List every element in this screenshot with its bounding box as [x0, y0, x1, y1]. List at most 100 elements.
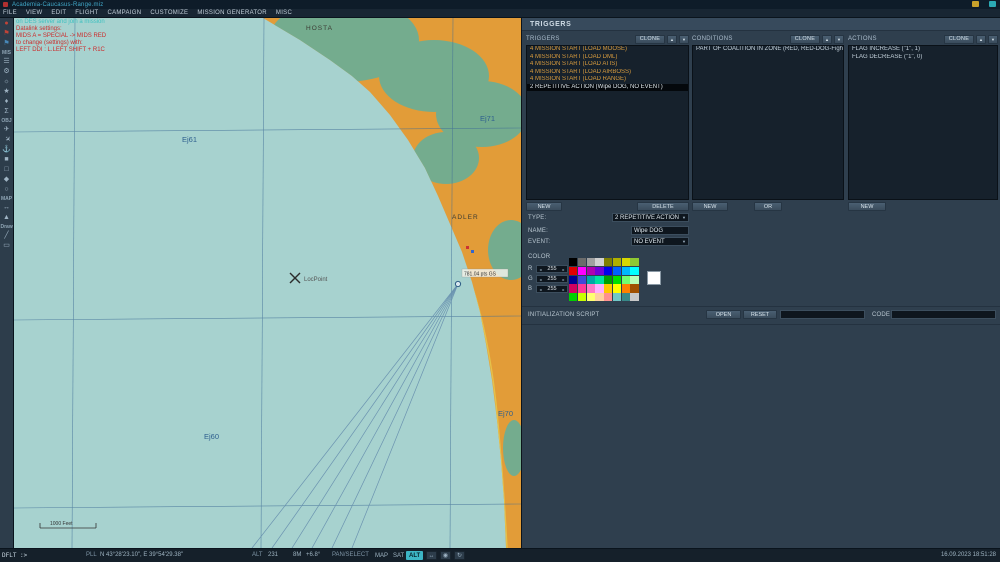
script-file-field[interactable] — [780, 310, 865, 319]
palette-swatch[interactable] — [604, 284, 613, 293]
palette-swatch[interactable] — [569, 275, 578, 284]
script-code-field[interactable] — [891, 310, 996, 319]
trigger-move-up-icon[interactable]: ▲ — [667, 34, 677, 44]
sat-layer-button[interactable]: SAT — [390, 551, 407, 560]
palette-swatch[interactable] — [630, 293, 639, 302]
palette-swatch[interactable] — [595, 293, 604, 302]
palette-swatch[interactable] — [586, 284, 595, 293]
palette-swatch[interactable] — [577, 266, 586, 275]
decrement-icon[interactable]: ◂ — [537, 267, 544, 272]
menu-view[interactable]: VIEW — [26, 10, 43, 16]
draw-line-icon[interactable]: ╱ — [1, 231, 13, 241]
menu-misc[interactable]: MISC — [276, 10, 292, 16]
increment-icon[interactable]: ▸ — [560, 267, 567, 272]
rgb-value[interactable]: 255 — [544, 286, 560, 292]
menu-campaign[interactable]: CAMPAIGN — [107, 10, 141, 16]
airport-marker-icon[interactable] — [454, 280, 462, 288]
reset-script-button[interactable]: RESET — [743, 310, 777, 319]
new-action-button[interactable]: NEW — [848, 202, 886, 211]
map-view[interactable]: LocPoint 781.04 pts GS HOSTA ADLER Ej61 … — [14, 18, 521, 548]
palette-swatch[interactable] — [612, 275, 622, 284]
palette-swatch[interactable] — [621, 275, 630, 284]
palette-swatch[interactable] — [604, 258, 613, 267]
actions-list[interactable]: FLAG INCREASE ("1", 1) FLAG DECREASE ("1"… — [848, 45, 998, 200]
red-flag-icon[interactable]: ⚑ — [1, 29, 13, 39]
event-dropdown[interactable]: NO EVENT ▼ — [631, 237, 689, 246]
palette-swatch[interactable] — [586, 266, 595, 275]
map-layer-button[interactable]: MAP — [372, 551, 391, 560]
menu-mission-generator[interactable]: MISSION GENERATOR — [197, 10, 267, 16]
selected-color-swatch[interactable] — [647, 271, 661, 285]
palette-swatch[interactable] — [630, 284, 639, 293]
palette-swatch[interactable] — [577, 284, 586, 293]
or-condition-button[interactable]: OR — [754, 202, 782, 211]
palette-swatch[interactable] — [586, 258, 595, 267]
list-item[interactable]: FLAG DECREASE ("1", 0) — [849, 54, 997, 62]
options-icon[interactable]: ⚙ — [1, 67, 13, 77]
palette-swatch[interactable] — [586, 293, 595, 302]
palette-swatch[interactable] — [630, 258, 639, 267]
palette-swatch[interactable] — [630, 275, 639, 284]
palette-swatch[interactable] — [621, 258, 630, 267]
new-condition-button[interactable]: NEW — [692, 202, 728, 211]
list-item[interactable]: 2 REPETITIVE ACTION (Wipe DOG, NO EVENT) — [527, 83, 688, 91]
palette-swatch[interactable] — [577, 275, 586, 284]
trigger-zone-icon[interactable]: ○ — [1, 185, 13, 195]
measure-tool-icon[interactable]: ↔ — [426, 551, 437, 560]
warning-indicator-icon[interactable] — [972, 1, 979, 7]
palette-swatch[interactable] — [612, 266, 622, 275]
increment-icon[interactable]: ▸ — [560, 287, 567, 292]
ruler-icon[interactable]: ↔ — [1, 203, 13, 213]
clone-action-button[interactable]: CLONE — [944, 34, 974, 44]
triggers-list[interactable]: 4 MISSION START (LOAD MOOSE) 4 MISSION ST… — [526, 45, 689, 200]
name-input[interactable]: Wipe DOG — [631, 226, 689, 235]
open-script-button[interactable]: OPEN — [706, 310, 741, 319]
condition-move-up-icon[interactable]: ▲ — [822, 34, 832, 44]
rgb-value[interactable]: 255 — [544, 266, 560, 272]
center-view-icon[interactable]: ◉ — [440, 551, 451, 560]
palette-swatch[interactable] — [569, 258, 578, 267]
rotate-view-icon[interactable]: ↻ — [454, 551, 465, 560]
clone-trigger-button[interactable]: CLONE — [635, 34, 665, 44]
summary-icon[interactable]: Σ — [1, 107, 13, 117]
palette-swatch[interactable] — [595, 284, 604, 293]
action-move-up-icon[interactable]: ▲ — [976, 34, 986, 44]
increment-icon[interactable]: ▸ — [560, 277, 567, 282]
menu-customize[interactable]: CUSTOMIZE — [150, 10, 188, 16]
palette-swatch[interactable] — [621, 293, 630, 302]
conditions-list[interactable]: PART OF COALITION IN ZONE (RED, RED-DOG-… — [692, 45, 844, 200]
list-item[interactable]: 4 MISSION START (LOAD MOOSE) — [527, 46, 688, 54]
vehicle-group-icon[interactable]: ■ — [1, 155, 13, 165]
palette-swatch[interactable] — [630, 266, 639, 275]
network-indicator-icon[interactable] — [989, 1, 996, 7]
alt-layer-button[interactable]: ALT — [406, 551, 424, 560]
palette-swatch[interactable] — [604, 275, 613, 284]
palette-swatch[interactable] — [612, 293, 622, 302]
palette-swatch[interactable] — [621, 266, 630, 275]
list-item[interactable]: 4 MISSION START (LOAD DML) — [527, 54, 688, 62]
weather-icon[interactable]: ☼ — [1, 77, 13, 87]
delete-trigger-button[interactable]: DELETE — [637, 202, 689, 211]
rgb-value[interactable]: 255 — [544, 276, 560, 282]
list-item[interactable]: FLAG INCREASE ("1", 1) — [849, 46, 997, 54]
menu-edit[interactable]: EDIT — [51, 10, 66, 16]
clone-condition-button[interactable]: CLONE — [790, 34, 820, 44]
palette-swatch[interactable] — [569, 266, 578, 275]
palette-swatch[interactable] — [612, 284, 622, 293]
palette-swatch[interactable] — [569, 284, 578, 293]
palette-swatch[interactable] — [595, 258, 604, 267]
palette-swatch[interactable] — [577, 258, 586, 267]
palette-swatch[interactable] — [586, 275, 595, 284]
decrement-icon[interactable]: ◂ — [537, 277, 544, 282]
palette-swatch[interactable] — [604, 293, 613, 302]
list-item[interactable]: PART OF COALITION IN ZONE (RED, RED-DOG-… — [693, 46, 843, 54]
list-item[interactable]: 4 MISSION START (LOAD AIRBOSS) — [527, 69, 688, 77]
palette-swatch[interactable] — [604, 266, 613, 275]
list-item[interactable]: 4 MISSION START (LOAD RANGE) — [527, 76, 688, 84]
goals-icon[interactable]: ★ — [1, 87, 13, 97]
menu-flight[interactable]: FLIGHT — [75, 10, 98, 16]
condition-move-down-icon[interactable]: ▼ — [834, 34, 844, 44]
list-item[interactable]: 4 MISSION START (LOAD ATIS) — [527, 61, 688, 69]
map-marker-icon[interactable]: ▲ — [1, 213, 13, 223]
palette-swatch[interactable] — [621, 284, 630, 293]
